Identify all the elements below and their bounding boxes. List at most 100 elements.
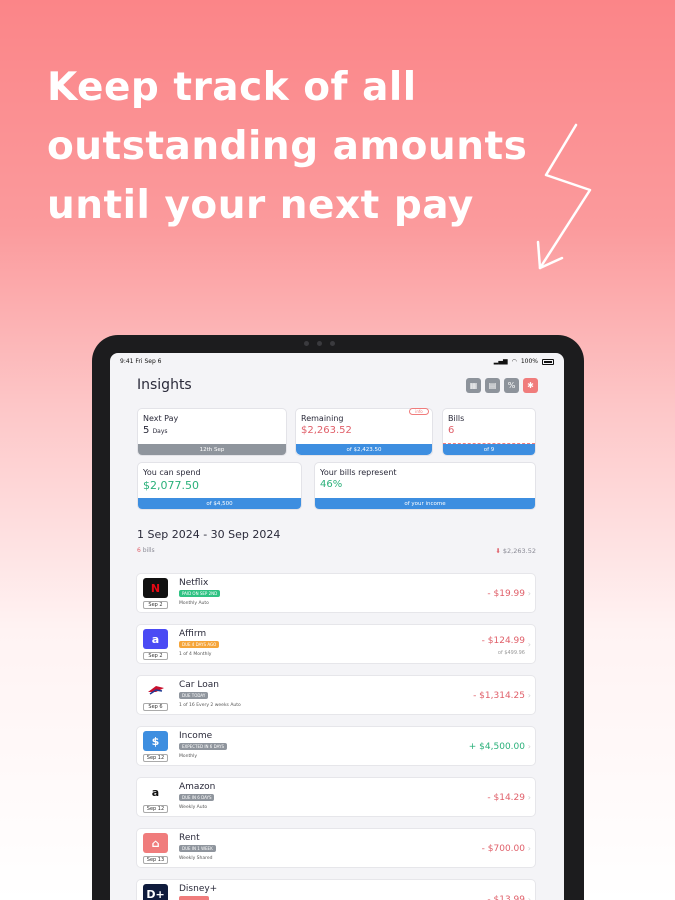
remaining-label: Remaining <box>301 414 344 423</box>
percent-icon[interactable]: % <box>504 377 519 393</box>
camera-icon <box>304 341 344 347</box>
wifi-icon: ◠ <box>511 358 517 365</box>
disney-logo: D+ <box>143 884 168 900</box>
bill-amount: - $700.00 <box>481 844 525 854</box>
bill-logo-text: $ <box>151 734 160 748</box>
bill-name: Disney+ <box>179 884 218 894</box>
status-badge <box>179 896 209 900</box>
bill-date: Sep 12 <box>143 754 168 762</box>
status-bar: 9:41 Fri Sep 6 ▂▄▆ ◠ 100% <box>110 353 564 367</box>
bill-meta: Weekly Auto <box>179 805 208 810</box>
bill-row[interactable]: Sep 6 Car Loan DUE TODAY 1 of 16 Every 2 we… <box>136 675 536 715</box>
chevron-right-icon: › <box>527 589 531 598</box>
bills-value: 6 <box>448 425 455 436</box>
status-badge: DUE 4 DAYS AGO <box>179 641 220 648</box>
status-badge: DUE TODAY <box>179 692 209 699</box>
money-bag-icon: $ <box>143 731 168 751</box>
bill-meta: Monthly Auto <box>179 601 209 606</box>
bill-date: Sep 2 <box>143 652 168 660</box>
next-pay-label: Next Pay <box>143 414 179 423</box>
bills-footer: of 9 <box>443 444 535 455</box>
toolbar: ▦ ▤ % ✱ <box>466 377 538 393</box>
bill-count-number: 6 <box>137 547 141 554</box>
status-time: 9:41 <box>120 358 134 365</box>
bill-row[interactable]: a Sep 2 Affirm DUE 4 DAYS AGO 1 of 4 Monthly… <box>136 624 536 664</box>
bills-represent-footer: of your income <box>315 498 535 509</box>
bill-amount: - $14.29 <box>487 793 525 803</box>
bill-name: Amazon <box>179 782 216 792</box>
can-spend-label: You can spend <box>143 468 201 477</box>
status-badge: PAID ON SEP 2ND <box>179 590 221 597</box>
signal-icon: ▂▄▆ <box>493 358 508 365</box>
bill-amount: - $1,314.25 <box>473 691 525 701</box>
headline-line-3: until your next pay <box>47 183 474 228</box>
bills-represent-label: Your bills represent <box>320 468 397 477</box>
bill-meta: Weekly Shared <box>179 856 213 861</box>
chevron-right-icon: › <box>527 844 531 853</box>
headline: Keep track of all outstanding amounts un… <box>47 58 567 235</box>
insights-header: Insights ▦ ▤ % ✱ <box>110 367 564 393</box>
bill-logo-text: a <box>151 785 160 799</box>
bill-name: Netflix <box>179 578 209 588</box>
info-pill[interactable]: info <box>409 408 429 415</box>
bill-name: Car Loan <box>179 680 219 690</box>
amazon-logo: a <box>143 782 168 802</box>
status-badge: DUE IN 1 WEEK <box>179 845 216 852</box>
bill-row[interactable]: a Sep 12 Amazon DUE IN 6 DAYS Weekly Auto - $… <box>136 777 536 817</box>
arrow-down-icon: ⬇ <box>495 547 501 555</box>
next-pay-card[interactable]: Next Pay 5 Days 12th Sep <box>137 408 287 456</box>
chevron-right-icon: › <box>527 691 531 700</box>
can-spend-footer: of $4,500 <box>138 498 301 509</box>
can-spend-card[interactable]: You can spend $2,077.50 of $4,500 <box>137 462 302 510</box>
battery-percent: 100% <box>520 358 538 365</box>
bill-amount: - $124.99 <box>481 636 525 646</box>
status-badge: EXPECTED IN 6 DAYS <box>179 743 227 750</box>
next-pay-unit: Days <box>152 428 168 435</box>
bill-logo-text: N <box>150 581 161 595</box>
bill-amount: + $4,500.00 <box>468 742 525 752</box>
app-screen: 9:41 Fri Sep 6 ▂▄▆ ◠ 100% Insights ▦ ▤ %… <box>110 353 564 900</box>
period-range: 1 Sep 2024 - 30 Sep 2024 <box>137 528 281 541</box>
bills-represent-card[interactable]: Your bills represent 46% of your income <box>314 462 536 510</box>
bill-amount: - $19.99 <box>487 589 525 599</box>
affirm-logo: a <box>143 629 168 649</box>
bill-date: Sep 12 <box>143 805 168 813</box>
bill-count: 6 bills <box>137 547 155 554</box>
bill-amount: - $13.99 <box>487 895 525 900</box>
bill-logo-text: ⌂ <box>151 836 160 850</box>
bank-flag-logo <box>143 680 168 700</box>
bill-logo-text: D+ <box>146 887 165 900</box>
bills-card[interactable]: Bills 6 of 9 <box>442 408 536 456</box>
calendar-icon[interactable]: ▦ <box>466 377 481 393</box>
status-badge: DUE IN 6 DAYS <box>179 794 215 801</box>
chevron-right-icon: › <box>527 895 531 900</box>
house-icon: ⌂ <box>143 833 168 853</box>
netflix-logo: N <box>143 578 168 598</box>
bill-date: Sep 2 <box>143 601 168 609</box>
bill-row[interactable]: D+ Disney+ - $13.99 › <box>136 879 536 900</box>
page-title: Insights <box>137 377 192 393</box>
bill-row[interactable]: ⌂ Sep 13 Rent DUE IN 1 WEEK Weekly Shared - $… <box>136 828 536 868</box>
chart-icon[interactable]: ▤ <box>485 377 500 393</box>
can-spend-value: $2,077.50 <box>143 479 199 492</box>
period-total: ⬇ $2,263.52 <box>495 547 536 555</box>
bill-name: Rent <box>179 833 200 843</box>
remaining-card[interactable]: info Remaining $2,263.52 of $2,423.50 <box>295 408 433 456</box>
next-pay-footer: 12th Sep <box>138 444 286 455</box>
status-date: Fri Sep 6 <box>135 358 162 365</box>
bill-row[interactable]: $ Sep 12 Income EXPECTED IN 6 DAYS Monthly + … <box>136 726 536 766</box>
period-total-value: $2,263.52 <box>502 547 536 555</box>
bill-date: Sep 13 <box>143 856 168 864</box>
gear-icon[interactable]: ✱ <box>523 377 538 393</box>
headline-line-1: Keep track of all <box>47 65 417 110</box>
bill-meta: 1 of 16 Every 2 weeks Auto <box>179 703 241 708</box>
chevron-right-icon: › <box>527 742 531 751</box>
remaining-value: $2,263.52 <box>301 425 352 436</box>
bills-represent-value: 46% <box>320 479 343 490</box>
chevron-right-icon: › <box>527 640 531 649</box>
lightning-arrow-icon <box>536 123 592 270</box>
bill-name: Affirm <box>179 629 207 639</box>
bill-row[interactable]: N Sep 2 Netflix PAID ON SEP 2ND Monthly Auto… <box>136 573 536 613</box>
battery-icon <box>542 358 554 365</box>
bill-meta: Monthly <box>179 754 198 759</box>
